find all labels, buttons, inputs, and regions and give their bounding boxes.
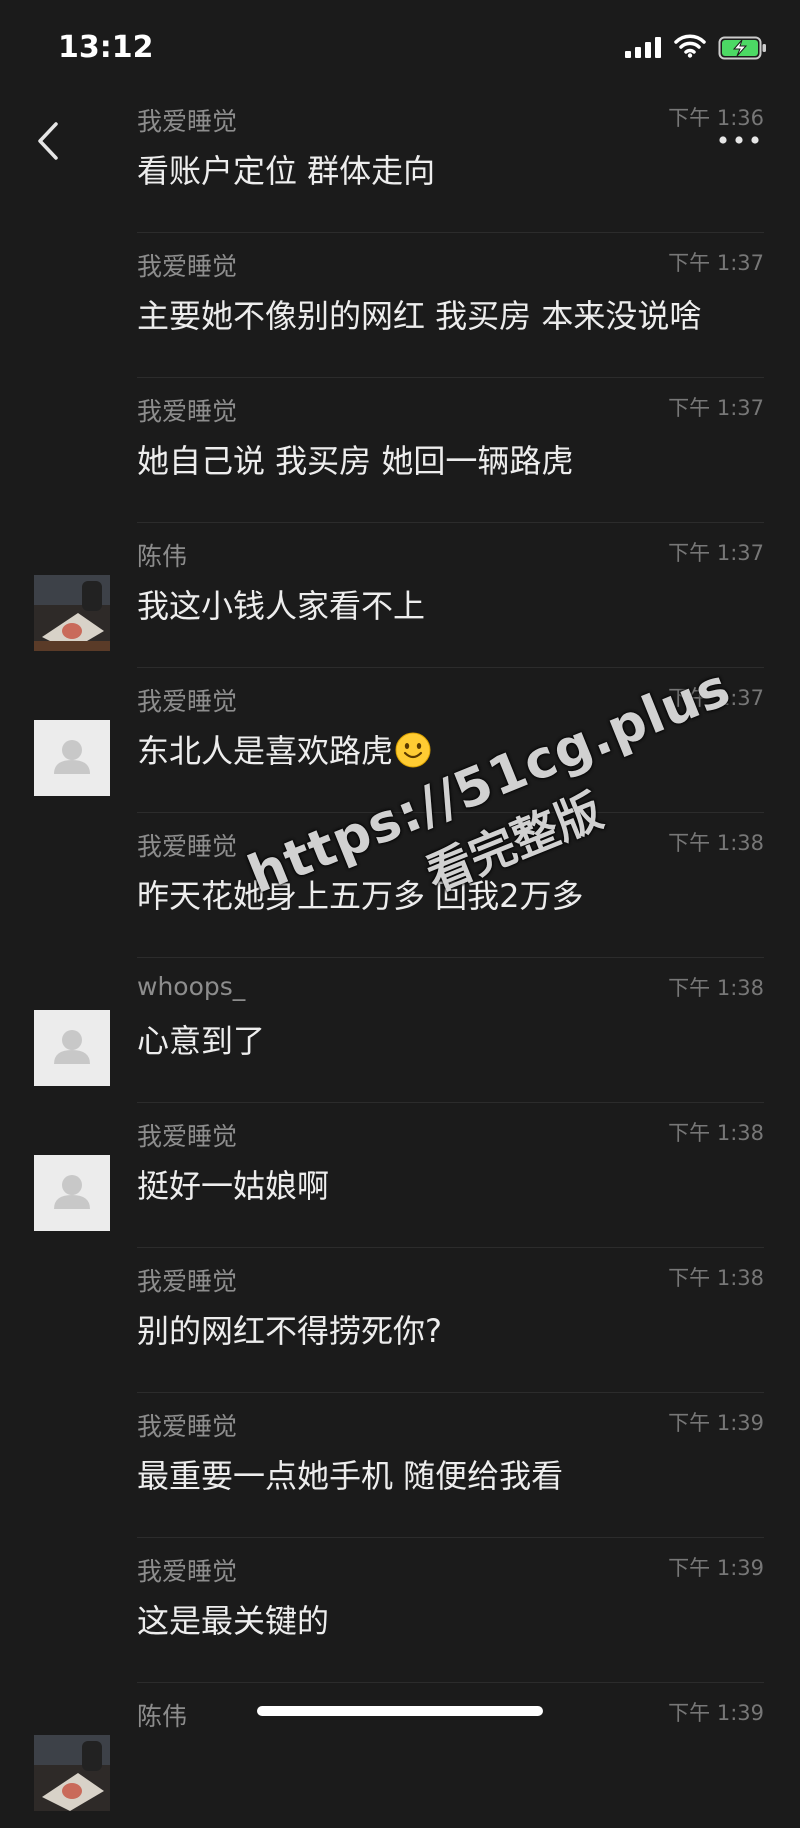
signal-icon xyxy=(625,36,665,62)
status-bar: 13:12 xyxy=(0,0,800,96)
avatar[interactable] xyxy=(34,1010,110,1086)
message-item[interactable]: 我爱睡觉 下午 1:39 最重要一点她手机 随便给我看 xyxy=(0,1393,800,1538)
message-item[interactable]: 陈伟 下午 1:39 xyxy=(0,1683,800,1828)
message-text: 挺好一姑娘啊 xyxy=(137,1167,330,1205)
message-sender: 我爱睡觉 xyxy=(137,1122,238,1151)
message-text: 心意到了 xyxy=(137,1022,266,1060)
message-sender: 我爱睡觉 xyxy=(137,1412,238,1441)
smiling-face-icon xyxy=(395,732,431,776)
message-item[interactable]: 我爱睡觉 下午 1:36 看账户定位 群体走向 xyxy=(0,88,800,233)
default-avatar-icon xyxy=(54,740,90,774)
message-text: 最重要一点她手机 随便给我看 xyxy=(137,1457,564,1495)
message-item[interactable]: 我爱睡觉 下午 1:38 别的网红不得捞死你? xyxy=(0,1248,800,1393)
message-text: 别的网红不得捞死你? xyxy=(137,1312,442,1350)
message-sender: 陈伟 xyxy=(137,1702,188,1731)
message-item[interactable]: 陈伟 下午 1:37 我这小钱人家看不上 xyxy=(0,523,800,668)
avatar[interactable] xyxy=(34,720,110,796)
default-avatar-icon xyxy=(54,1175,90,1209)
battery-charging-icon xyxy=(718,36,768,64)
message-time: 下午 1:36 xyxy=(668,106,764,130)
message-time: 下午 1:37 xyxy=(668,541,764,565)
message-time: 下午 1:38 xyxy=(668,976,764,1000)
message-sender: 我爱睡觉 xyxy=(137,252,238,281)
user-photo-icon xyxy=(34,1735,110,1811)
home-indicator[interactable] xyxy=(257,1706,543,1716)
message-item[interactable]: 我爱睡觉 下午 1:37 主要她不像别的网红 我买房 本来没说啥 xyxy=(0,233,800,378)
message-time: 下午 1:38 xyxy=(668,1121,764,1145)
message-text: 昨天花她身上五万多 回我2万多 xyxy=(137,877,584,915)
message-sender: 我爱睡觉 xyxy=(137,107,238,136)
message-text: 东北人是喜欢路虎 xyxy=(137,732,394,770)
message-time: 下午 1:39 xyxy=(668,1411,764,1435)
default-avatar-icon xyxy=(54,1030,90,1064)
message-item[interactable]: 我爱睡觉 下午 1:39 这是最关键的 xyxy=(0,1538,800,1683)
message-sender: 我爱睡觉 xyxy=(137,832,238,861)
message-time: 下午 1:39 xyxy=(668,1701,764,1725)
message-text-wrap: 东北人是喜欢路虎 xyxy=(137,726,431,776)
status-time: 13:12 xyxy=(58,30,154,65)
user-photo-icon xyxy=(34,575,110,651)
avatar[interactable] xyxy=(34,575,110,651)
message-time: 下午 1:37 xyxy=(668,686,764,710)
message-list[interactable]: 我爱睡觉 下午 1:36 看账户定位 群体走向 我爱睡觉 下午 1:37 主要她… xyxy=(0,88,800,1828)
message-item[interactable]: 我爱睡觉 下午 1:38 挺好一姑娘啊 xyxy=(0,1103,800,1248)
message-time: 下午 1:38 xyxy=(668,831,764,855)
message-item[interactable]: 我爱睡觉 下午 1:37 东北人是喜欢路虎 xyxy=(0,668,800,813)
message-sender: 我爱睡觉 xyxy=(137,397,238,426)
avatar[interactable] xyxy=(34,1155,110,1231)
message-sender: 陈伟 xyxy=(137,542,188,571)
wifi-icon xyxy=(674,34,706,62)
message-sender: whoops_ xyxy=(137,972,246,1001)
message-item[interactable]: 我爱睡觉 下午 1:38 昨天花她身上五万多 回我2万多 xyxy=(0,813,800,958)
message-text: 她自己说 我买房 她回一辆路虎 xyxy=(137,442,574,480)
message-time: 下午 1:37 xyxy=(668,396,764,420)
message-text: 主要她不像别的网红 我买房 本来没说啥 xyxy=(137,297,702,335)
message-time: 下午 1:39 xyxy=(668,1556,764,1580)
message-text: 我这小钱人家看不上 xyxy=(137,587,426,625)
message-item[interactable]: whoops_ 下午 1:38 心意到了 xyxy=(0,958,800,1103)
message-time: 下午 1:37 xyxy=(668,251,764,275)
message-time: 下午 1:38 xyxy=(668,1266,764,1290)
message-sender: 我爱睡觉 xyxy=(137,1557,238,1586)
avatar[interactable] xyxy=(34,1735,110,1811)
message-text: 看账户定位 群体走向 xyxy=(137,152,436,190)
message-text: 这是最关键的 xyxy=(137,1602,330,1640)
message-item[interactable]: 我爱睡觉 下午 1:37 她自己说 我买房 她回一辆路虎 xyxy=(0,378,800,523)
message-sender: 我爱睡觉 xyxy=(137,1267,238,1296)
message-sender: 我爱睡觉 xyxy=(137,687,238,716)
